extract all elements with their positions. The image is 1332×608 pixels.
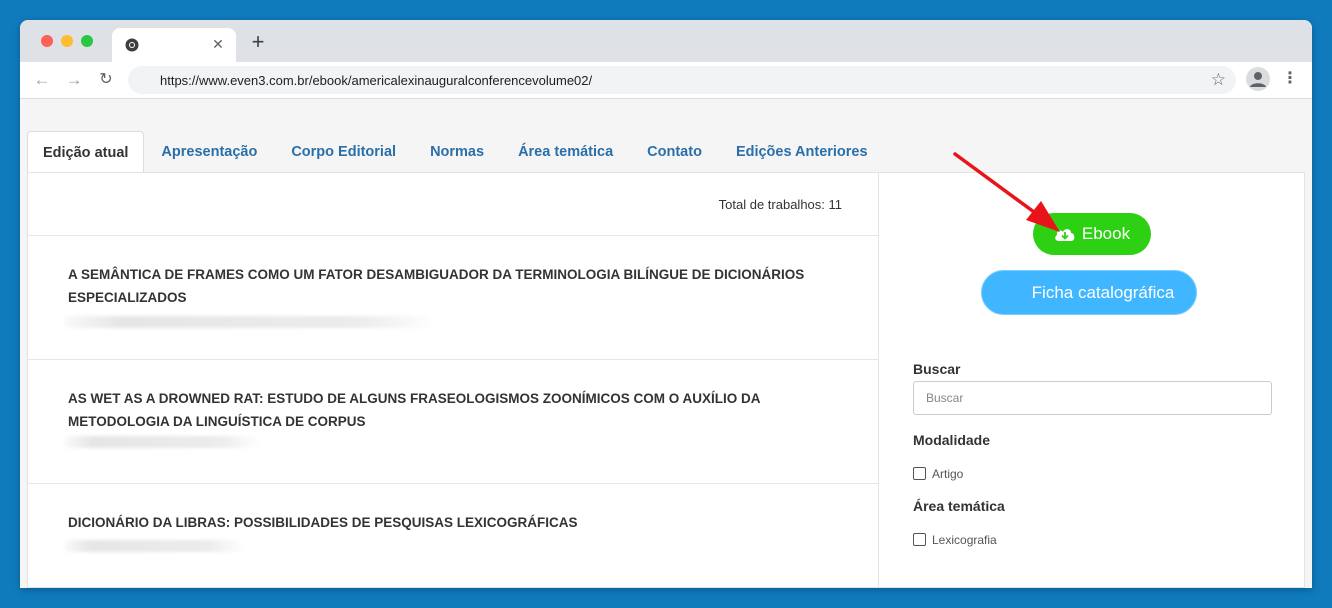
- url-text[interactable]: https://www.even3.com.br/ebook/americale…: [160, 73, 592, 88]
- page-content: Edição atual Apresentação Corpo Editoria…: [20, 99, 1312, 588]
- checkbox-label: Lexicografia: [932, 533, 997, 547]
- modalidade-heading: Modalidade: [913, 432, 991, 448]
- tab-apresentacao[interactable]: Apresentação: [144, 131, 274, 173]
- tab-strip: ✕ +: [20, 20, 1312, 62]
- chrome-icon: [125, 38, 139, 52]
- checkbox-box[interactable]: [913, 533, 926, 546]
- new-tab-button[interactable]: +: [248, 31, 268, 53]
- list-item[interactable]: AS WET AS A DROWNED RAT: ESTUDO DE ALGUN…: [28, 359, 879, 483]
- site-tabs: Edição atual Apresentação Corpo Editoria…: [27, 131, 885, 173]
- content-panel: Total de trabalhos: 11 A SEMÂNTICA DE FR…: [27, 172, 1305, 588]
- ebook-download-button[interactable]: Ebook: [1033, 213, 1151, 255]
- checkbox-box[interactable]: [913, 467, 926, 480]
- list-item[interactable]: DICIONÁRIO DA LIBRAS: POSSIBILIDADES DE …: [28, 483, 879, 588]
- area-tematica-heading: Área temática: [913, 498, 1005, 514]
- tab-area-tematica[interactable]: Área temática: [501, 131, 630, 173]
- ebook-label: Ebook: [1081, 224, 1131, 243]
- work-title[interactable]: DICIONÁRIO DA LIBRAS: POSSIBILIDADES DE …: [68, 512, 828, 535]
- cloud-download-icon: [1055, 229, 1075, 241]
- browser-toolbar: ← → ↻ https://www.even3.com.br/ebook/ame…: [20, 62, 1312, 99]
- browser-window: ✕ + ← → ↻ https://www.even3.com.br/ebook…: [20, 20, 1312, 588]
- checkbox-lexicografia[interactable]: Lexicografia: [913, 533, 997, 547]
- close-window-button[interactable]: [41, 35, 53, 47]
- blurred-authors: [64, 540, 244, 552]
- sidebar: Ebook Ficha catalográfica Buscar Modalid…: [880, 173, 1305, 587]
- search-input[interactable]: [913, 381, 1272, 415]
- back-arrow-icon[interactable]: ←: [32, 70, 52, 90]
- total-count: Total de trabalhos: 11: [718, 197, 842, 212]
- bookmark-star-icon[interactable]: ☆: [1211, 70, 1226, 90]
- blurred-authors: [64, 316, 436, 328]
- tab-contato[interactable]: Contato: [630, 131, 719, 173]
- list-item[interactable]: A SEMÂNTICA DE FRAMES COMO UM FATOR DESA…: [28, 235, 879, 359]
- profile-avatar-icon[interactable]: [1246, 67, 1270, 91]
- tab-corpo-editorial[interactable]: Corpo Editorial: [274, 131, 413, 173]
- reload-icon[interactable]: ↻: [96, 70, 116, 90]
- works-list: Total de trabalhos: 11 A SEMÂNTICA DE FR…: [28, 173, 879, 587]
- person-icon: [1250, 72, 1266, 87]
- tab-close-icon[interactable]: ✕: [210, 36, 226, 52]
- checkbox-artigo[interactable]: Artigo: [913, 467, 963, 481]
- browser-tab[interactable]: ✕: [112, 28, 236, 62]
- address-bar[interactable]: https://www.even3.com.br/ebook/americale…: [128, 66, 1236, 94]
- tab-edicoes-anteriores[interactable]: Edições Anteriores: [719, 131, 885, 173]
- maximize-window-button[interactable]: [81, 35, 93, 47]
- forward-arrow-icon[interactable]: →: [64, 70, 84, 90]
- ficha-catalografica-button[interactable]: Ficha catalográfica: [981, 270, 1197, 315]
- minimize-window-button[interactable]: [61, 35, 73, 47]
- work-title[interactable]: A SEMÂNTICA DE FRAMES COMO UM FATOR DESA…: [68, 264, 828, 309]
- checkbox-label: Artigo: [932, 467, 964, 481]
- work-title[interactable]: AS WET AS A DROWNED RAT: ESTUDO DE ALGUN…: [68, 388, 828, 433]
- search-heading: Buscar: [913, 361, 961, 377]
- tab-edicao-atual[interactable]: Edição atual: [27, 131, 145, 173]
- tab-normas[interactable]: Normas: [413, 131, 501, 173]
- menu-kebab-icon[interactable]: ⋮: [1282, 69, 1298, 91]
- blurred-authors: [64, 436, 260, 448]
